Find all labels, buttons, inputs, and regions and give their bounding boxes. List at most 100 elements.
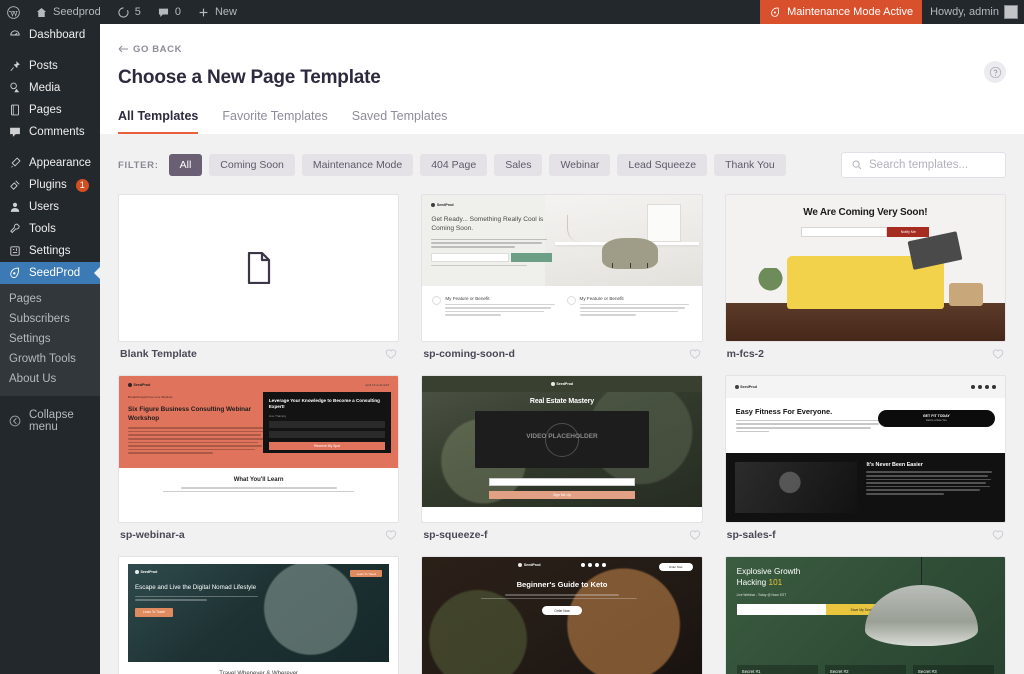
maintenance-mode-badge[interactable]: Maintenance Mode Active — [760, 0, 923, 24]
preview-logo-text: SeedProd — [740, 384, 757, 389]
preview-heading: Escape and Live the Digital Nomad Lifest… — [135, 584, 257, 591]
preview-optin-card: Leverage Your Knowledge to Become a Cons… — [262, 392, 392, 453]
filter-chip-404-page[interactable]: 404 Page — [420, 154, 488, 176]
preview-logo-text: SeedProd — [133, 383, 151, 387]
template-card[interactable]: Explosive Growth Hacking 101 Live Webina… — [724, 556, 1006, 674]
template-thumbnail[interactable]: SeedProd April 15 at 11 EST Breakthrough… — [118, 375, 400, 523]
template-thumbnail[interactable]: SeedProd Learn To Travel Escape and Live… — [118, 556, 400, 674]
collapse-menu-button[interactable]: Collapse menu — [0, 409, 100, 433]
sidebar-item-appearance[interactable]: Appearance — [0, 152, 100, 174]
template-card-footer: sp-webinar-a — [118, 523, 399, 541]
sidebar-label: Users — [29, 201, 60, 213]
search-input[interactable]: Search templates... — [869, 159, 968, 171]
brush-icon — [10, 157, 21, 168]
preview-logo: SeedProd — [550, 382, 574, 387]
preview-navbar: SeedProd — [725, 376, 1005, 398]
template-card-footer: m-fcs-2 — [725, 342, 1006, 360]
updates-menu[interactable]: 5 — [109, 0, 149, 24]
submenu-item-growth-tools[interactable]: Growth Tools — [0, 349, 100, 369]
submenu-item-about-us[interactable]: About Us — [0, 369, 100, 389]
search-templates-box[interactable]: Search templates... — [841, 152, 1006, 178]
preview-chair — [601, 238, 658, 270]
template-card[interactable]: SeedProd Learn To Travel Escape and Live… — [118, 556, 400, 674]
filter-chip-coming-soon[interactable]: Coming Soon — [209, 154, 295, 176]
social-icon — [971, 384, 975, 389]
preview-secret-title: Secret #2 — [829, 669, 849, 674]
heart-icon[interactable] — [689, 529, 701, 541]
sidebar-item-plugins[interactable]: Plugins 1 — [0, 174, 100, 196]
heart-icon[interactable] — [385, 348, 397, 360]
template-card-footer: Blank Template — [118, 342, 399, 360]
preview-email-input — [431, 252, 509, 262]
maintenance-preview: We Are Coming Very Soon! Notify Me — [725, 195, 1005, 341]
preview-nav-button: Learn To Travel — [350, 570, 383, 577]
sidebar-item-posts[interactable]: Posts — [0, 55, 100, 77]
preview-optin-form — [431, 252, 552, 262]
social-icon — [985, 384, 989, 389]
tab-saved-templates[interactable]: Saved Templates — [352, 109, 448, 134]
template-thumbnail[interactable]: Explosive Growth Hacking 101 Live Webina… — [724, 556, 1006, 674]
account-menu[interactable]: Howdy, admin — [922, 0, 1024, 24]
heart-icon[interactable] — [689, 348, 701, 360]
preview-copy: It's Never Been Easier — [866, 462, 996, 513]
template-card[interactable]: SeedProd April 15 at 11 EST Breakthrough… — [118, 375, 400, 541]
template-thumbnail[interactable]: SeedProd Order Now Beginner's Guide to K… — [421, 556, 703, 674]
tab-favorite-templates[interactable]: Favorite Templates — [222, 109, 327, 134]
heart-icon[interactable] — [992, 529, 1004, 541]
template-thumbnail[interactable] — [118, 194, 400, 342]
template-thumbnail[interactable]: SeedProd Real Estate Mastery VIDEO PLACE… — [421, 375, 703, 523]
template-thumbnail[interactable]: SeedProd Get Ready... Something Really C… — [421, 194, 703, 342]
preview-cushion — [907, 230, 963, 271]
heart-icon[interactable] — [385, 529, 397, 541]
template-card[interactable]: SeedProd Real Estate Mastery VIDEO PLACE… — [421, 375, 703, 541]
template-card[interactable]: SeedProd Get Ready... Something Really C… — [421, 194, 703, 360]
wordpress-logo-button[interactable] — [0, 0, 27, 24]
go-back-link[interactable]: GO BACK — [118, 44, 182, 55]
plus-icon — [199, 8, 208, 16]
filter-chip-lead-squeeze[interactable]: Lead Squeeze — [617, 154, 708, 176]
sidebar-item-tools[interactable]: Tools — [0, 218, 100, 240]
sidebar-label: Media — [29, 82, 61, 94]
sidebar-item-settings[interactable]: Settings — [0, 240, 100, 262]
collapse-menu-label: Collapse menu — [29, 409, 74, 433]
preview-social-icons — [580, 563, 606, 567]
heart-icon[interactable] — [992, 348, 1004, 360]
preview-body-text — [133, 486, 384, 493]
filter-chip-maintenance-mode[interactable]: Maintenance Mode — [301, 154, 414, 176]
filter-chip-webinar[interactable]: Webinar — [549, 154, 611, 176]
filter-chip-all[interactable]: All — [168, 154, 203, 176]
sidebar-label: Appearance — [29, 157, 92, 169]
comments-menu[interactable]: 0 — [149, 0, 189, 24]
sidebar-item-media[interactable]: Media — [0, 77, 100, 99]
sidebar-item-seedprod[interactable]: SeedProd — [0, 262, 100, 284]
help-button[interactable] — [984, 61, 1006, 83]
preview-feature: My Feature or Benefit — [566, 295, 692, 341]
submenu-item-pages[interactable]: Pages — [0, 289, 100, 309]
new-content-menu[interactable]: New — [189, 0, 245, 24]
submenu-item-settings[interactable]: Settings — [0, 329, 100, 349]
filter-chip-sales[interactable]: Sales — [494, 154, 543, 176]
preview-logo-text: SeedProd — [556, 382, 574, 387]
media-icon — [10, 82, 20, 93]
sidebar-label: Pages — [29, 104, 62, 116]
sidebar-item-users[interactable]: Users — [0, 196, 100, 218]
sidebar-item-pages[interactable]: Pages — [0, 99, 100, 121]
template-card[interactable]: SeedProd Easy Fitness For Everyone. GET … — [724, 375, 1006, 541]
template-card[interactable]: Blank Template — [118, 194, 400, 360]
template-card[interactable]: We Are Coming Very Soon! Notify Me m-fcs… — [724, 194, 1006, 360]
template-card[interactable]: SeedProd Order Now Beginner's Guide to K… — [421, 556, 703, 674]
preview-submit-button: Notify Me — [887, 226, 930, 237]
submenu-item-subscribers[interactable]: Subscribers — [0, 309, 100, 329]
preview-body-text — [135, 595, 264, 601]
sidebar-label: Plugins — [29, 179, 67, 191]
sidebar-item-comments[interactable]: Comments — [0, 121, 100, 143]
template-thumbnail[interactable]: SeedProd Easy Fitness For Everyone. GET … — [724, 375, 1006, 523]
seedprod-icon — [771, 7, 780, 17]
filter-chip-thank-you[interactable]: Thank You — [714, 154, 786, 176]
tab-all-templates[interactable]: All Templates — [118, 109, 199, 134]
wordpress-logo-icon — [7, 5, 20, 19]
sidebar-item-dashboard[interactable]: Dashboard — [0, 24, 100, 46]
preview-feature-icon — [432, 295, 442, 305]
site-name-menu[interactable]: Seedprod — [27, 0, 109, 24]
template-thumbnail[interactable]: We Are Coming Very Soon! Notify Me — [724, 194, 1006, 342]
